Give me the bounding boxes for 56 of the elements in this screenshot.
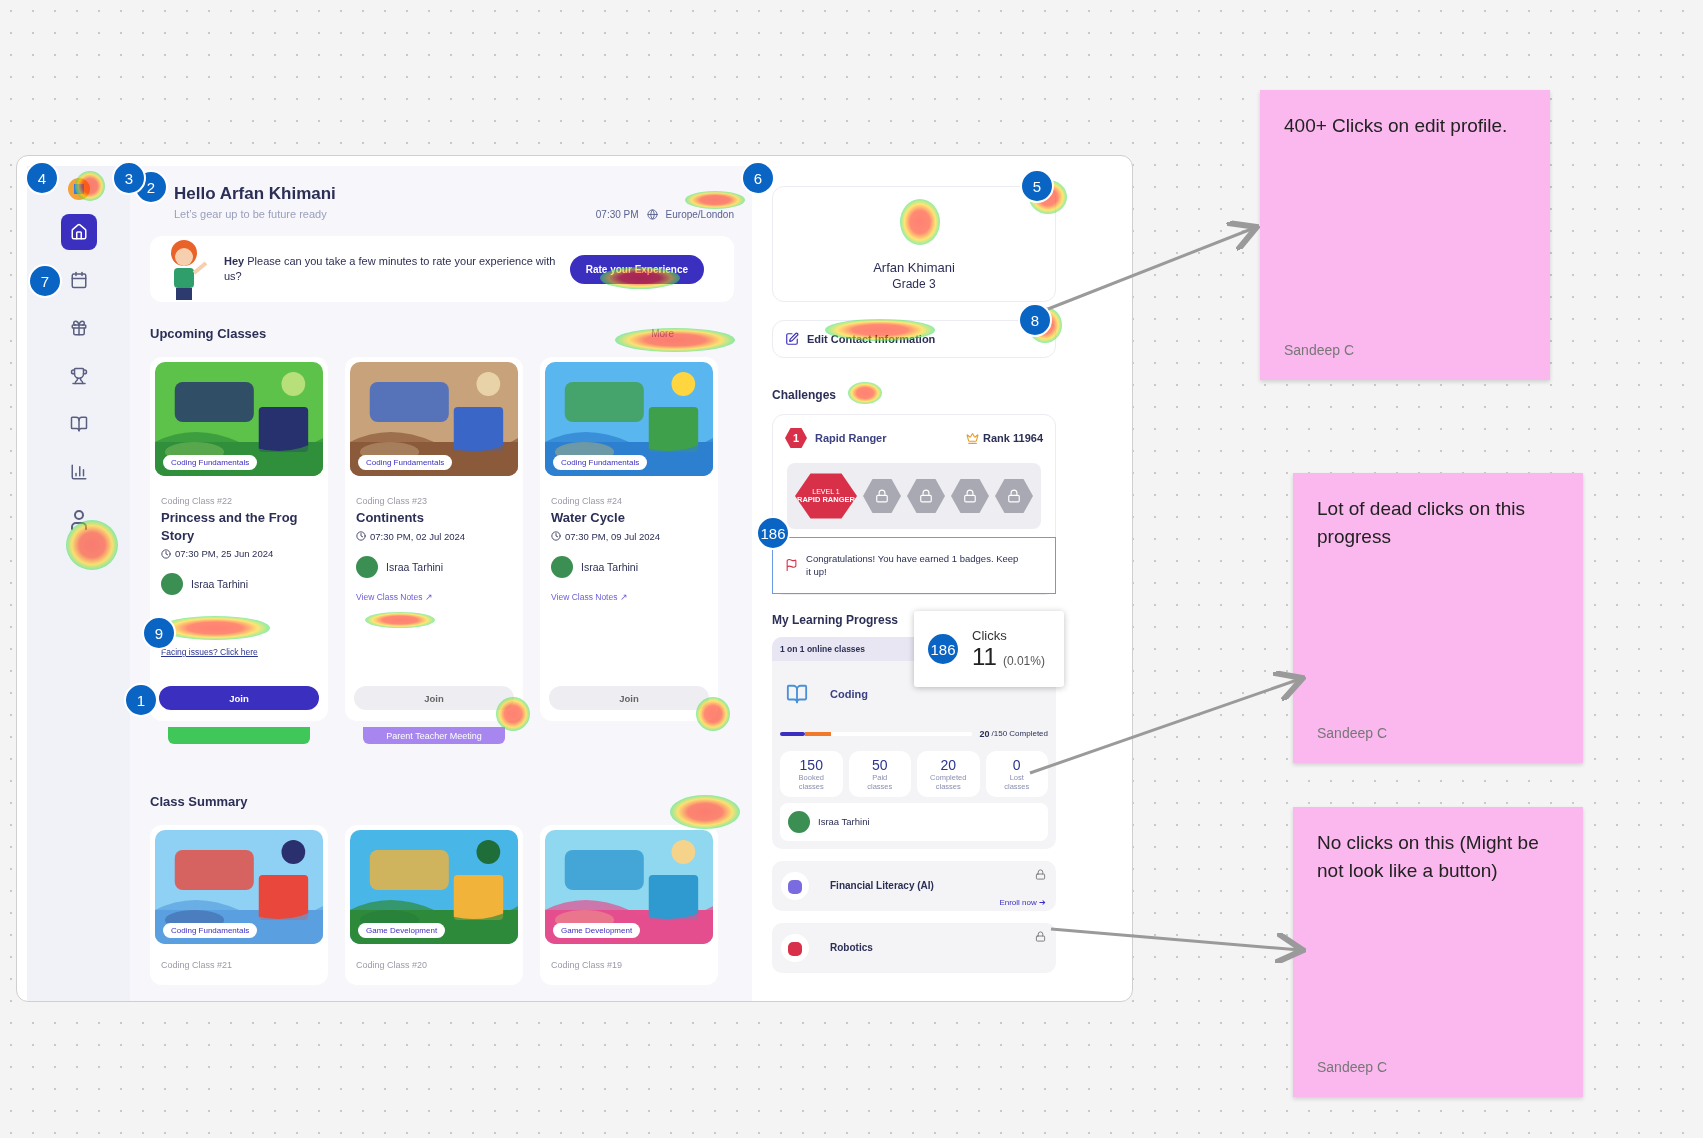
progress-count: 20	[979, 728, 990, 739]
timezone-label: Europe/London	[665, 209, 734, 220]
class-number: Coding Class #23	[356, 496, 429, 506]
category-tag: Coding Fundamentals	[553, 455, 648, 470]
class-title: Princess and the Frog Story	[161, 509, 299, 545]
note-author: Sandeep C	[1284, 342, 1356, 358]
class-time: 07:30 PM, 09 Jul 2024	[565, 530, 661, 542]
class-number: Coding Class #20	[356, 960, 429, 970]
teacher-name: Israa Tarhini	[818, 816, 870, 828]
note-author: Sandeep C	[1317, 1059, 1389, 1075]
category-tag: Coding Fundamentals	[163, 455, 258, 470]
stat-value: 20	[940, 756, 957, 773]
tooltip-title: Clicks	[972, 627, 1008, 643]
click-share: (0.01%)	[1002, 653, 1045, 668]
stat-value: 150	[799, 756, 823, 773]
level-icon: 1	[785, 427, 807, 449]
stat-value: 50	[871, 756, 888, 773]
category-tag: Coding Fundamentals	[163, 923, 258, 938]
progress-total: /150 Completed	[991, 729, 1048, 739]
category-tag: Game Development	[358, 923, 446, 938]
category-tag: Coding Fundamentals	[358, 455, 453, 470]
student-grade: Grade 3	[892, 277, 936, 291]
note-text: No clicks on this (Might be not look like a button)	[1317, 831, 1540, 883]
congrats-message: Congratulations! You have earned 1 badges. Keep it up!	[806, 552, 1020, 579]
class-number: Coding Class #19	[551, 960, 624, 970]
teacher-name: Israa Tarhini	[191, 578, 248, 591]
time-label: 07:30 PM	[595, 209, 639, 220]
section-title: My Learning Progress	[772, 612, 900, 627]
stat-value: 0	[1012, 756, 1021, 773]
click-count: 11	[972, 642, 997, 671]
student-name: Arfan Khimani	[873, 260, 955, 275]
class-number: Coding Class #21	[161, 960, 234, 970]
challenge-name: Rapid Ranger	[815, 432, 887, 444]
class-time: 07:30 PM, 02 Jul 2024	[370, 530, 466, 542]
class-number: Coding Class #22	[161, 496, 234, 506]
click-marker: 186	[926, 632, 960, 666]
class-title: Continents	[356, 509, 425, 527]
greeting: Hello Arfan Khimani	[174, 184, 336, 204]
rank-label: Rank 11964	[983, 432, 1043, 444]
note-text: 400+ Clicks on edit profile.	[1284, 114, 1509, 138]
teacher-name: Israa Tarhini	[386, 560, 443, 573]
course-name: Financial Literacy (AI)	[830, 880, 934, 892]
class-title: Water Cycle	[551, 509, 626, 527]
subtitle: Let’s gear up to be future ready	[174, 208, 328, 220]
note-author: Sandeep C	[1317, 725, 1389, 741]
section-title: Challenges	[772, 388, 837, 402]
note-text: Lot of dead clicks on this progress	[1317, 497, 1527, 549]
category-tag: Game Development	[553, 923, 641, 938]
subject-name: Coding	[830, 687, 868, 700]
section-title: Class Summary	[150, 794, 249, 809]
rating-message: Hey Please can you take a few minutes to rate your experience with us?	[224, 253, 557, 284]
class-number: Coding Class #24	[551, 496, 624, 506]
section-title: Upcoming Classes	[150, 326, 267, 341]
class-time: 07:30 PM, 25 Jun 2024	[175, 548, 274, 560]
teacher-name: Israa Tarhini	[581, 560, 638, 573]
course-name: Robotics	[830, 942, 873, 954]
